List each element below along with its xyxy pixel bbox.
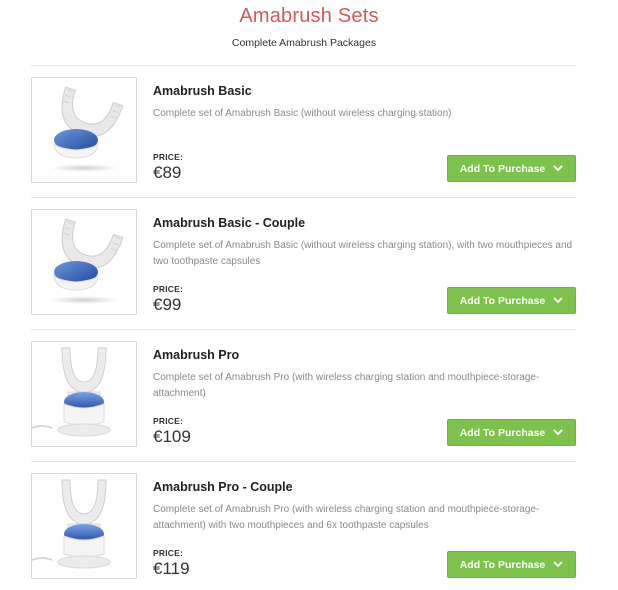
- product-list: Amabrush Basic Complete set of Amabrush …: [31, 65, 576, 590]
- product-item-amabrush-pro-couple: Amabrush Pro - Couple Complete set of Am…: [31, 461, 576, 590]
- product-description: Complete set of Amabrush Pro (with wirel…: [153, 504, 540, 531]
- amabrush-pro-image: [32, 479, 111, 569]
- price-label: PRICE:: [153, 548, 184, 558]
- product-price: €89: [153, 163, 182, 182]
- product-price: €119: [153, 559, 190, 578]
- product-price: €109: [153, 427, 191, 446]
- amabrush-basic-image: [50, 218, 124, 304]
- product-item-amabrush-basic-couple: Amabrush Basic - Couple Complete set of …: [31, 197, 576, 329]
- add-to-purchase-button[interactable]: Add To Purchase: [447, 155, 576, 182]
- product-price: €99: [153, 295, 182, 314]
- chevron-down-icon: [553, 297, 563, 304]
- product-description: Complete set of Amabrush Basic (without …: [153, 240, 573, 267]
- amabrush-basic-image: [50, 86, 124, 172]
- button-label: Add To Purchase: [459, 426, 546, 439]
- product-description: Complete set of Amabrush Pro (with wirel…: [153, 372, 540, 399]
- chevron-down-icon: [553, 165, 563, 172]
- button-label: Add To Purchase: [459, 294, 546, 307]
- price-label: PRICE:: [153, 416, 184, 426]
- product-image-basic[interactable]: [31, 77, 137, 183]
- product-description: Complete set of Amabrush Basic (without …: [153, 108, 452, 119]
- price-label: PRICE:: [153, 152, 184, 162]
- product-name[interactable]: Amabrush Pro: [153, 348, 239, 362]
- price-label: PRICE:: [153, 284, 184, 294]
- page-title: Amabrush Sets: [239, 5, 379, 27]
- product-name[interactable]: Amabrush Pro - Couple: [153, 480, 293, 494]
- chevron-down-icon: [553, 429, 563, 436]
- button-label: Add To Purchase: [459, 162, 546, 175]
- product-item-amabrush-pro: Amabrush Pro Complete set of Amabrush Pr…: [31, 329, 576, 461]
- product-image-pro-couple[interactable]: [31, 473, 137, 579]
- page-subtitle: Complete Amabrush Packages: [231, 37, 377, 49]
- product-image-basic-couple[interactable]: [31, 209, 137, 315]
- product-name[interactable]: Amabrush Basic - Couple: [153, 216, 305, 230]
- amabrush-pro-image: [32, 347, 111, 437]
- product-name[interactable]: Amabrush Basic: [153, 84, 252, 98]
- add-to-purchase-button[interactable]: Add To Purchase: [447, 287, 576, 314]
- product-item-amabrush-basic: Amabrush Basic Complete set of Amabrush …: [31, 65, 576, 197]
- button-label: Add To Purchase: [459, 558, 546, 571]
- add-to-purchase-button[interactable]: Add To Purchase: [447, 551, 576, 578]
- chevron-down-icon: [553, 561, 563, 568]
- product-image-pro[interactable]: [31, 341, 137, 447]
- add-to-purchase-button[interactable]: Add To Purchase: [447, 419, 576, 446]
